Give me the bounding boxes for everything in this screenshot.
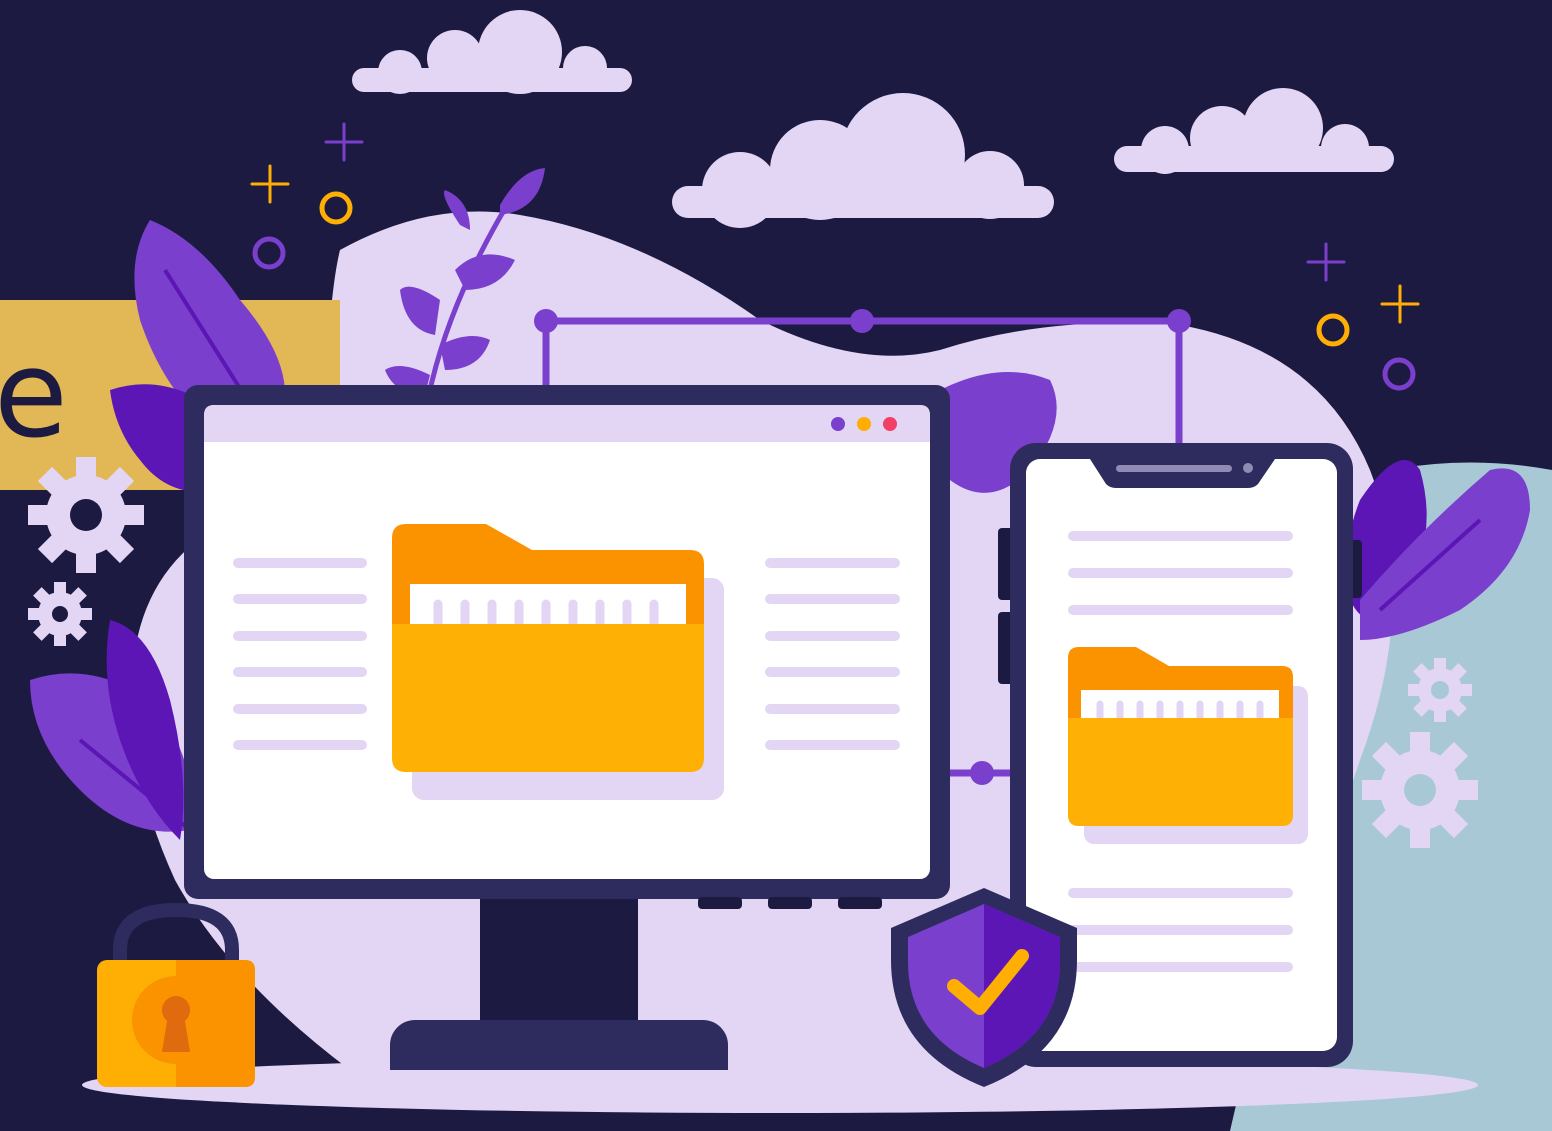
gear-icon [28,582,92,646]
connector-node [534,309,558,333]
illustration-stage: e [0,0,1552,1131]
connector-node [850,309,874,333]
monitor-ports [698,897,882,909]
folder-icon [1068,647,1308,844]
gear-icon [1362,732,1478,848]
monitor-stand-neck [480,895,638,1030]
window-dot-yellow [857,417,871,431]
gear-icon [28,457,144,573]
folder-icon [392,524,724,800]
gear-icon [1408,658,1472,722]
window-dot-purple [831,417,845,431]
window-dot-red [883,417,897,431]
cloud-storage-illustration: e [0,0,1552,1131]
connector-node [1167,309,1191,333]
connector-node [970,761,994,785]
banner-text: e [0,326,68,465]
